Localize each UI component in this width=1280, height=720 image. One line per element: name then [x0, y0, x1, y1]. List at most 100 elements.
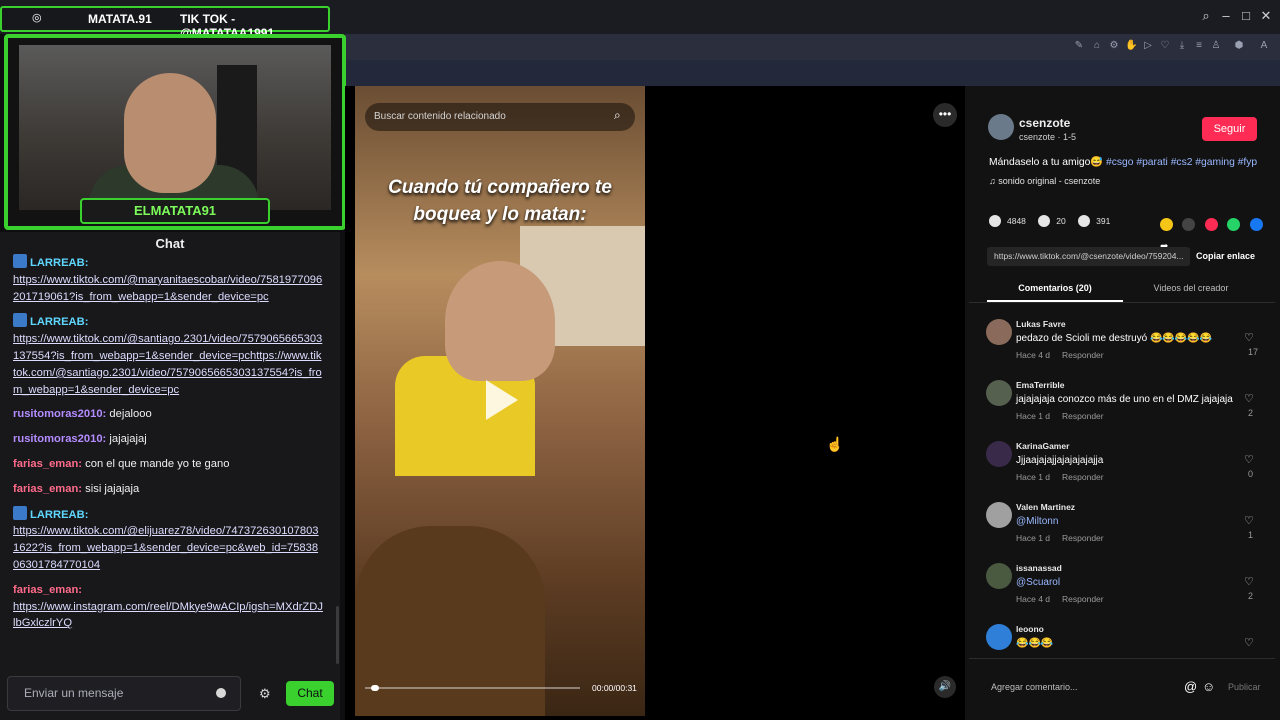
embed-icon[interactable]	[1182, 218, 1196, 231]
chat-message: LARREAB: https://www.tiktok.com/@maryanit…	[13, 254, 323, 305]
hashtags[interactable]: #csgo #parati #cs2 #gaming #fyp	[1106, 157, 1257, 168]
publish-button[interactable]: Publicar	[1228, 682, 1261, 692]
commenter-avatar[interactable]	[986, 563, 1012, 589]
comment-like-icon[interactable]: ♡	[1244, 392, 1254, 405]
tab-comments[interactable]: Comentarios (20)	[987, 283, 1123, 293]
comment-like-icon[interactable]: ♡	[1244, 331, 1254, 344]
description-text: Mándaselo a tu amigo😅	[989, 157, 1104, 168]
engagement-stats: 4848 20 391	[989, 215, 1120, 227]
chat-username[interactable]: rusitomoras2010:	[13, 408, 106, 420]
creator-avatar[interactable]	[988, 114, 1014, 140]
commenter-name[interactable]: Valen Martinez	[1016, 502, 1075, 512]
commenter-name[interactable]: KarinaGamer	[1016, 441, 1069, 451]
chat-username[interactable]: LARREAB:	[30, 316, 88, 328]
follow-button[interactable]: Seguir	[1202, 117, 1257, 141]
mention-icon[interactable]: @	[1184, 679, 1197, 694]
download-icon[interactable]: ⤓	[1176, 40, 1188, 52]
post-url-field[interactable]: https://www.tiktok.com/@csenzote/video/7…	[987, 247, 1190, 266]
search-icon[interactable]: ⌕	[1198, 8, 1214, 24]
creator-name[interactable]: csenzote	[1019, 116, 1070, 130]
sound-label[interactable]: ♫ sonido original - csenzote	[989, 176, 1100, 186]
chat-username[interactable]: farias_eman:	[13, 584, 82, 596]
search-icon[interactable]: ⌕	[614, 108, 621, 123]
chat-send-button[interactable]: Chat	[286, 681, 334, 706]
chat-link[interactable]: https://www.tiktok.com/@elijuarez78/vide…	[13, 525, 319, 571]
maximize-icon[interactable]: □	[1238, 8, 1254, 24]
translate-icon[interactable]: A	[1258, 40, 1270, 52]
whatsapp-icon[interactable]	[1227, 218, 1241, 231]
chat-link[interactable]: https://www.instagram.com/reel/DMkye9wAC…	[13, 601, 323, 630]
chat-username[interactable]: LARREAB:	[30, 257, 88, 269]
profile-icon[interactable]: ♙	[1210, 40, 1222, 52]
commenter-avatar[interactable]	[986, 319, 1012, 345]
comment-like-icon[interactable]: ♡	[1244, 514, 1254, 527]
browser-toolbar	[345, 34, 1280, 60]
commenter-avatar[interactable]	[986, 441, 1012, 467]
extension-icon[interactable]: ⬢	[1233, 40, 1245, 52]
comment-text: 😂😂😂	[1016, 638, 1054, 649]
saves-stat[interactable]: 391	[1078, 215, 1110, 227]
emoji-icon[interactable]	[216, 688, 226, 698]
commenter-name[interactable]: Lukas Favre	[1016, 319, 1066, 329]
chat-message: rusitomoras2010: dejalooo	[13, 406, 323, 423]
commenter-avatar[interactable]	[986, 502, 1012, 528]
comment-like-icon[interactable]: ♡	[1244, 636, 1254, 649]
video-time: 00:00/00:31	[592, 683, 637, 693]
reply-button[interactable]: Responder	[1062, 350, 1104, 360]
comment-item: Lukas Favre pedazo de Scioli me destruyó …	[986, 319, 1266, 380]
chat-scrollbar[interactable]	[336, 606, 339, 664]
comment-like-count: 2	[1248, 591, 1254, 601]
chat-settings-icon[interactable]: ⚙	[259, 686, 271, 702]
volume-icon[interactable]: 🔊	[934, 676, 956, 698]
commenter-avatar[interactable]	[986, 380, 1012, 406]
emoji-icon[interactable]: ☺	[1202, 679, 1215, 694]
chat-username[interactable]: farias_eman:	[13, 483, 82, 495]
reply-button[interactable]: Responder	[1062, 472, 1104, 482]
tab-creator-videos[interactable]: Videos del creador	[1130, 283, 1252, 293]
commenter-avatar[interactable]	[986, 624, 1012, 650]
reply-button[interactable]: Responder	[1062, 594, 1104, 604]
copy-link-button[interactable]: Copiar enlace	[1196, 251, 1255, 261]
reply-button[interactable]: Responder	[1062, 533, 1104, 543]
comment-like-count: 17	[1248, 347, 1259, 357]
video-progress-bar[interactable]	[365, 687, 580, 689]
edit-icon[interactable]: ✎	[1073, 40, 1085, 52]
play-icon[interactable]	[486, 380, 518, 420]
user-badge-icon	[13, 254, 27, 268]
chat-message-list[interactable]: LARREAB: https://www.tiktok.com/@maryanit…	[13, 254, 323, 662]
commenter-name[interactable]: EmaTerrible	[1016, 380, 1065, 390]
menu-icon[interactable]: ≡	[1193, 40, 1205, 52]
home-icon[interactable]: ⌂	[1091, 40, 1103, 52]
bookmark-icon	[1078, 215, 1091, 227]
related-search-input[interactable]: Buscar contenido relacionado	[365, 103, 635, 131]
share-coin-icon[interactable]	[1160, 218, 1173, 231]
saves-count: 391	[1096, 216, 1111, 226]
more-options-icon[interactable]: •••	[933, 103, 957, 127]
settings-icon[interactable]: ⚙	[1108, 40, 1120, 52]
comment-like-icon[interactable]: ♡	[1244, 453, 1254, 466]
chat-link[interactable]: https://www.tiktok.com/@maryanitaescobar…	[13, 274, 322, 303]
comment-like-icon[interactable]: ♡	[1244, 575, 1254, 588]
close-icon[interactable]: ✕	[1258, 8, 1274, 24]
heart-icon[interactable]: ♡	[1159, 40, 1171, 52]
chat-username[interactable]: farias_eman:	[13, 458, 82, 470]
comments-stat[interactable]: 20	[1038, 215, 1066, 227]
user-badge-icon	[13, 505, 27, 520]
chat-username[interactable]: LARREAB:	[30, 509, 88, 521]
share-send-icon[interactable]	[1204, 218, 1218, 231]
add-comment-input[interactable]: Agregar comentario...	[991, 682, 1078, 692]
play-icon[interactable]: ▷	[1142, 40, 1154, 52]
chat-link[interactable]: https://www.tiktok.com/@santiago.2301/vi…	[13, 333, 322, 395]
chat-username[interactable]: rusitomoras2010:	[13, 433, 106, 445]
commenter-name[interactable]: leoono	[1016, 624, 1044, 634]
commenter-name[interactable]: issanassad	[1016, 563, 1062, 573]
facebook-icon[interactable]	[1249, 218, 1263, 231]
minimize-icon[interactable]: –	[1218, 8, 1234, 24]
chat-input[interactable]: Enviar un mensaje	[7, 676, 241, 711]
comment-item: EmaTerrible jajajajaja conozco más de uno…	[986, 380, 1266, 441]
likes-stat[interactable]: 4848	[989, 215, 1026, 227]
hand-icon[interactable]: ✋	[1125, 40, 1137, 52]
reply-button[interactable]: Responder	[1062, 411, 1104, 421]
browser-tab-strip	[345, 60, 1280, 86]
chat-message: farias_eman: sisi jajajaja	[13, 481, 323, 498]
